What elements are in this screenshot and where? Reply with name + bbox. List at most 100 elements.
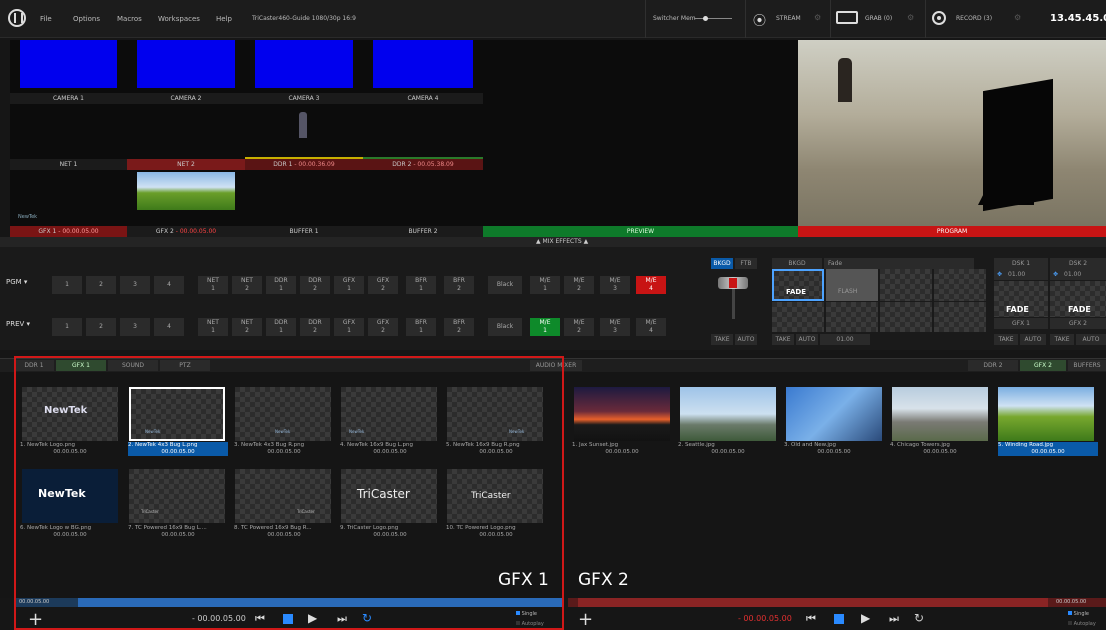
pgm-button-5[interactable]: NET 1 bbox=[198, 276, 228, 294]
gfx1-cap-7[interactable]: 7. TC Powered 16x9 Bug L.... 00.00.05.00 bbox=[128, 525, 228, 539]
pgm-button-10[interactable]: GFX 2 bbox=[368, 276, 398, 294]
transition-slot-5[interactable] bbox=[772, 302, 824, 332]
transition-name[interactable]: Fade bbox=[824, 258, 974, 269]
take-button-bkgd[interactable]: TAKE bbox=[772, 334, 794, 345]
pgm-button-7[interactable]: DDR 1 bbox=[266, 276, 296, 294]
stream-gear-icon[interactable]: ⚙ bbox=[814, 13, 821, 22]
gfx1-scrub-bar[interactable]: 00.00.05.00 bbox=[16, 598, 562, 607]
menu-options[interactable]: Options bbox=[73, 15, 100, 23]
pgm-button-14[interactable]: M/E 1 bbox=[530, 276, 560, 294]
gfx1-cap-1[interactable]: 1. NewTek Logo.png 00.00.05.00 bbox=[20, 442, 120, 456]
record-gear-icon[interactable]: ⚙ bbox=[1014, 13, 1021, 22]
transition-slot-3[interactable] bbox=[880, 269, 932, 301]
mix-effects-bar[interactable]: ▲ MIX EFFECTS ▲ bbox=[0, 237, 1106, 247]
gfx2-thumb-4[interactable] bbox=[892, 387, 988, 441]
monitor-camera-2[interactable]: CAMERA 2 bbox=[127, 40, 245, 104]
gfx2-loop-icon[interactable]: ↻ bbox=[914, 611, 924, 625]
gfx1-thumb-2[interactable]: NewTek bbox=[129, 387, 225, 441]
gfx1-cap-4[interactable]: 4. NewTek 16x9 Bug L.png 00.00.05.00 bbox=[340, 442, 440, 456]
gfx1-cap-6[interactable]: 6. NewTek Logo w BG.png 00.00.05.00 bbox=[20, 525, 120, 539]
gfx1-add-icon[interactable]: + bbox=[28, 609, 43, 630]
gfx1-autoplay-toggle[interactable]: Autoplay bbox=[516, 621, 544, 627]
gfx1-loop-icon[interactable]: ↻ bbox=[362, 611, 372, 625]
monitor-camera-3[interactable]: CAMERA 3 bbox=[245, 40, 363, 104]
grab-gear-icon[interactable]: ⚙ bbox=[907, 13, 914, 22]
dsk1-auto[interactable]: AUTO bbox=[1020, 334, 1046, 345]
pgm-button-11[interactable]: BFR 1 bbox=[406, 276, 436, 294]
gfx1-prev-icon[interactable]: ⏮ bbox=[255, 612, 265, 626]
transition-slot-4[interactable] bbox=[934, 269, 986, 301]
pgm-button-8[interactable]: DDR 2 bbox=[300, 276, 330, 294]
gfx2-single-toggle[interactable]: Single bbox=[1068, 611, 1089, 617]
bkgd-button[interactable]: BKGD bbox=[711, 258, 733, 269]
tab-gfx2[interactable]: GFX 2 bbox=[1020, 360, 1066, 371]
position-icon-1[interactable]: ✥ bbox=[997, 269, 1002, 280]
dsk1-fade[interactable]: FADE bbox=[994, 281, 1048, 317]
gfx2-cap-4[interactable]: 4. Chicago Towers.jpg 00.00.05.00 bbox=[890, 442, 990, 456]
monitor-gfx-2[interactable]: GFX 2 - 00.00.05.00 bbox=[127, 170, 245, 237]
t-bar-track[interactable] bbox=[732, 289, 735, 319]
monitor-preview[interactable]: PREVIEW bbox=[483, 40, 798, 237]
ftb-button[interactable]: FTB bbox=[735, 258, 757, 269]
newtek-logo-icon[interactable] bbox=[8, 9, 26, 27]
prev-button-9[interactable]: GFX 1 bbox=[334, 318, 364, 336]
gfx2-cap-1[interactable]: 1. Jax Sunset.jpg 00.00.05.00 bbox=[572, 442, 672, 456]
gfx1-cap-10[interactable]: 10. TC Powered Logo.png 00.00.05.00 bbox=[446, 525, 546, 539]
t-bar-handle[interactable] bbox=[718, 277, 748, 289]
auto-button-bkgd[interactable]: AUTO bbox=[796, 334, 818, 345]
gfx2-scrub-bar[interactable]: 00.00.05.00 bbox=[568, 598, 1106, 607]
monitor-net-1[interactable]: NET 1 bbox=[10, 104, 127, 170]
pgm-button-4[interactable]: 4 bbox=[154, 276, 184, 294]
gfx2-prev-icon[interactable]: ⏮ bbox=[806, 612, 816, 626]
monitor-program[interactable]: PROGRAM bbox=[798, 40, 1106, 237]
prev-button-15[interactable]: M/E 2 bbox=[564, 318, 594, 336]
monitor-camera-4[interactable]: CAMERA 4 bbox=[363, 40, 483, 104]
gfx2-add-icon[interactable]: + bbox=[578, 609, 593, 630]
pgm-button-16[interactable]: M/E 3 bbox=[600, 276, 630, 294]
monitor-buffer-1[interactable]: BUFFER 1 bbox=[245, 170, 363, 237]
monitor-ddr-2[interactable]: DDR 2 - 00.05.38.09 bbox=[363, 104, 483, 170]
transition-rate[interactable]: 01.00 bbox=[820, 334, 870, 345]
gfx1-thumb-1[interactable]: NewTek bbox=[22, 387, 118, 441]
menu-workspaces[interactable]: Workspaces bbox=[158, 15, 200, 23]
pgm-button-9[interactable]: GFX 1 bbox=[334, 276, 364, 294]
prev-button-7[interactable]: DDR 1 bbox=[266, 318, 296, 336]
pgm-button-3[interactable]: 3 bbox=[120, 276, 150, 294]
gfx1-thumb-3[interactable]: NewTek bbox=[235, 387, 331, 441]
tab-buffers[interactable]: BUFFERS bbox=[1068, 360, 1106, 371]
pgm-button-17[interactable]: M/E 4 bbox=[636, 276, 666, 294]
prev-button-14[interactable]: M/E 1 bbox=[530, 318, 560, 336]
prev-button-4[interactable]: 4 bbox=[154, 318, 184, 336]
menu-help[interactable]: Help bbox=[216, 15, 232, 23]
gfx2-thumb-3[interactable] bbox=[786, 387, 882, 441]
gfx1-thumb-10[interactable]: TriCaster bbox=[447, 469, 543, 523]
transition-flash[interactable]: FLASH bbox=[826, 269, 878, 301]
gfx2-cap-5[interactable]: 5. Winding Road.jpg 00.00.05.00 bbox=[998, 442, 1098, 456]
prev-button-1[interactable]: 1 bbox=[52, 318, 82, 336]
tab-ddr2[interactable]: DDR 2 bbox=[968, 360, 1018, 371]
dsk2-rate[interactable]: ✥ 01.00 bbox=[1050, 269, 1106, 280]
pgm-row-label[interactable]: PGM ▾ bbox=[6, 278, 27, 286]
prev-button-3[interactable]: 3 bbox=[120, 318, 150, 336]
gfx2-cap-2[interactable]: 2. Seattle.jpg 00.00.05.00 bbox=[678, 442, 778, 456]
prev-button-12[interactable]: BFR 2 bbox=[444, 318, 474, 336]
monitor-gfx-1[interactable]: NewTek GFX 1 - 00.00.05.00 bbox=[10, 170, 127, 237]
dsk2-auto[interactable]: AUTO bbox=[1076, 334, 1106, 345]
monitor-net-2[interactable]: NET 2 bbox=[127, 104, 245, 170]
dsk1-source[interactable]: GFX 1 bbox=[994, 318, 1048, 329]
monitor-camera-1[interactable]: CAMERA 1 bbox=[10, 40, 127, 104]
pgm-button-12[interactable]: BFR 2 bbox=[444, 276, 474, 294]
gfx2-cap-3[interactable]: 3. Old and New.jpg 00.00.05.00 bbox=[784, 442, 884, 456]
grab-button[interactable]: GRAB (0) ⚙ bbox=[830, 0, 918, 38]
monitor-buffer-2[interactable]: BUFFER 2 bbox=[363, 170, 483, 237]
stream-button[interactable]: ⦿ STREAM ⚙ bbox=[745, 0, 825, 38]
pgm-button-6[interactable]: NET 2 bbox=[232, 276, 262, 294]
auto-button-main[interactable]: AUTO bbox=[735, 334, 757, 345]
prev-button-2[interactable]: 2 bbox=[86, 318, 116, 336]
gfx2-autoplay-toggle[interactable]: Autoplay bbox=[1068, 621, 1096, 627]
gfx1-cap-9[interactable]: 9. TriCaster Logo.png 00.00.05.00 bbox=[340, 525, 440, 539]
gfx1-cap-2[interactable]: 2. NewTek 4x3 Bug L.png 00.00.05.00 bbox=[128, 442, 228, 456]
pgm-button-2[interactable]: 2 bbox=[86, 276, 116, 294]
gfx1-next-icon[interactable]: ⏭ bbox=[337, 612, 347, 626]
gfx1-thumb-5[interactable]: NewTek bbox=[447, 387, 543, 441]
